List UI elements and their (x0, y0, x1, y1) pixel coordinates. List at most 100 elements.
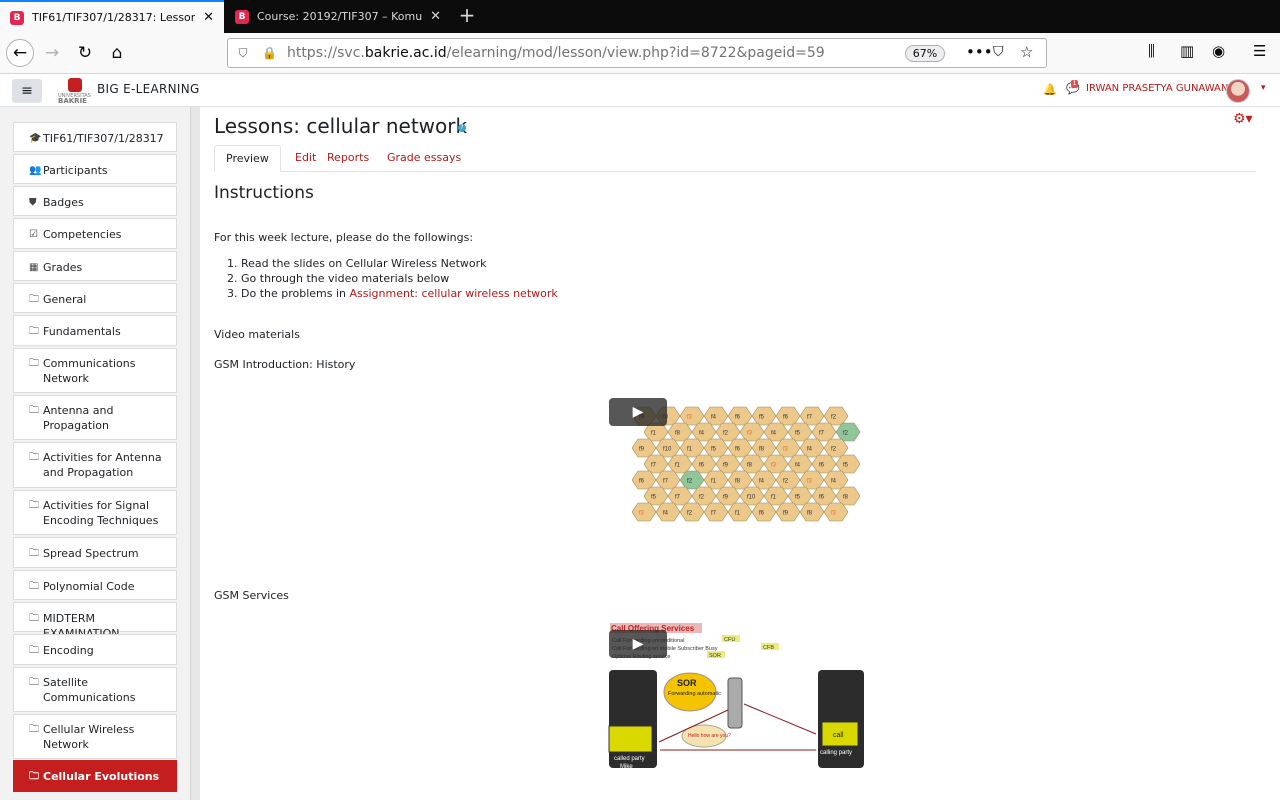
lesson-tabs: Preview Edit Reports Grade essays (214, 145, 1256, 172)
sidebar-item-midterm-examination[interactable]: 🗀MIDTERM EXAMINATION (13, 602, 177, 640)
browser-tab-course[interactable]: B Course: 20192/TIF307 – Komunikasi ✕ (225, 0, 451, 33)
sidebar-item-encoding[interactable]: 🗀 Encoding (13, 634, 177, 665)
sidebar-item-participants[interactable]: 👥 Participants (13, 154, 177, 184)
close-tab-icon[interactable]: ✕ (203, 10, 214, 25)
forward-arrow-icon[interactable]: → (38, 39, 66, 67)
zoom-level-badge[interactable]: 67% (905, 45, 945, 62)
hamburger-menu-icon[interactable]: ☰ (1253, 42, 1266, 60)
hex-label: f1 (675, 463, 681, 469)
sidebar-item-cellular-wireless-network[interactable]: 🗀 Cellular Wireless Network (13, 714, 177, 759)
video1-player[interactable]: f9 f8 f3 f4 f6 f5 f6 f7 f2 f1 f8 f4 f2 f3 f4 f5 f7 f2 f9 f1… (604, 398, 866, 536)
browser-tab-lessons[interactable]: B TIF61/TIF307/1/28317: Lessons ✕ (0, 0, 224, 33)
page-actions-icon[interactable]: ••• (966, 43, 993, 61)
sidebar-item-badges[interactable]: ⛊ Badges (13, 186, 177, 216)
hex-label: f6 (639, 479, 645, 485)
hex-label: f5 (843, 463, 849, 469)
list-item: Read the slides on Cellular Wireless Net… (241, 256, 558, 271)
shield-icon: ⛊ (29, 197, 37, 208)
chevron-down-icon[interactable]: ▾ (1261, 83, 1266, 93)
sidebar-item-cellular-evolutions[interactable]: 🗀 Cellular Evolutions (13, 760, 177, 792)
settings-gear-icon[interactable]: ⚙▾ (1233, 111, 1253, 127)
sidebar-item-communications-network[interactable]: 🗀 Communications Network (13, 348, 177, 393)
sidebar-toggle-icon[interactable]: ▥ (1180, 42, 1194, 60)
home-icon[interactable]: ⌂ (103, 39, 131, 67)
play-button-icon[interactable]: ▶ (609, 630, 667, 658)
user-name[interactable]: IRWAN PRASETYA GUNAWAN (1086, 83, 1228, 94)
drawer-toggle-button[interactable]: ≡ (12, 79, 42, 103)
bakrie-logo[interactable]: UNIVERSITAS BAKRIE (58, 78, 94, 105)
hex-label: f7 (675, 495, 681, 501)
bookmark-star-icon[interactable]: ☆ (1020, 43, 1033, 61)
bakrie-favicon-icon: B (10, 10, 24, 25)
sidebar-item-activities-for-signal-encoding-techniques[interactable]: 🗀 Activities for Signal Encoding Techniqu… (13, 490, 177, 535)
drawer-divider (190, 107, 200, 800)
hex-label: f8 (807, 511, 813, 517)
hex-label: f4 (699, 431, 705, 437)
sidebar-item-polynomial-code[interactable]: 🗀 Polynomial Code (13, 570, 177, 600)
sidebar-item-antenna-and-propagation[interactable]: 🗀 Antenna and Propagation (13, 395, 177, 440)
site-name[interactable]: BIG E-LEARNING (97, 82, 200, 96)
sidebar-item-general[interactable]: 🗀 General (13, 283, 177, 313)
hex-label: f7 (807, 415, 813, 421)
list-item: Go through the video materials below (241, 271, 558, 286)
arrow-line (743, 703, 817, 735)
close-tab-icon[interactable]: ✕ (430, 9, 441, 24)
site-header: ≡ UNIVERSITAS BAKRIE BIG E-LEARNING 🔔 💬 … (0, 74, 1280, 107)
avatar[interactable] (1226, 79, 1250, 103)
hex-label: f2 (831, 447, 837, 453)
tab-preview[interactable]: Preview (214, 145, 281, 172)
hex-label: f5 (759, 415, 765, 421)
back-arrow-icon[interactable]: ← (6, 39, 34, 67)
hex-label: f10 (747, 495, 756, 501)
sidebar-item-competencies[interactable]: ☑ Competencies (13, 218, 177, 249)
hex-label: f4 (771, 431, 777, 437)
notification-bell-icon[interactable]: 🔔 (1043, 83, 1057, 96)
tab-reports[interactable]: Reports (316, 145, 380, 172)
mike-label: Mike (620, 764, 633, 770)
folder-icon: 🗀 (29, 358, 39, 369)
url-text[interactable]: https://svc.bakrie.ac.id/elearning/mod/l… (287, 45, 825, 61)
hex-label: f3 (771, 463, 777, 469)
step-text: Do the problems in (241, 287, 350, 300)
sidebar-item-tif61-tif307-1-28317[interactable]: 🎓 TIF61/TIF307/1/28317 (13, 122, 177, 152)
intro-text: For this week lecture, please do the fol… (214, 231, 474, 244)
tracking-shield-icon[interactable]: ⛉ (236, 46, 250, 60)
hex-label: f3 (807, 479, 813, 485)
table-icon: ▦ (29, 262, 39, 273)
left-phone-screen (608, 725, 653, 753)
sidebar-item-fundamentals[interactable]: 🗀 Fundamentals (13, 315, 177, 346)
help-icon[interactable]: ? (458, 124, 466, 132)
sidebar-item-label: Polynomial Code (43, 580, 135, 593)
sor-label: SOR (709, 653, 721, 659)
tab-grade-essays[interactable]: Grade essays (376, 145, 472, 172)
play-button-icon[interactable]: ▶ (609, 398, 667, 426)
address-bar[interactable]: ⛉ 🔒 https://svc.bakrie.ac.id/elearning/m… (227, 38, 1047, 68)
folder-icon: 🗀 (29, 613, 39, 624)
lock-icon[interactable]: 🔒 (262, 46, 277, 60)
reload-icon[interactable]: ↻ (71, 39, 99, 67)
pocket-icon[interactable]: ⛉ (993, 44, 1004, 60)
hex-label: f6 (735, 447, 741, 453)
hex-label: f4 (663, 511, 669, 517)
sidebar-item-spread-spectrum[interactable]: 🗀 Spread Spectrum (13, 537, 177, 568)
logo-mark (68, 78, 82, 92)
hex-label: f6 (699, 463, 705, 469)
sidebar-item-activities-for-antenna-and-propagation[interactable]: 🗀 Activities for Antenna and Propagation (13, 442, 177, 488)
library-icon[interactable]: ⫼ (1148, 42, 1155, 60)
sidebar-item-grades[interactable]: ▦ Grades (13, 251, 177, 281)
sidebar-item-satellite-communications[interactable]: 🗀 Satellite Communications (13, 667, 177, 712)
hex-label: f9 (639, 447, 645, 453)
account-icon[interactable]: ◉ (1212, 42, 1225, 60)
video2-player[interactable]: Call Offering Services Call Forwarding u… (604, 622, 866, 772)
new-tab-icon[interactable]: + (456, 5, 478, 27)
sidebar-item-label: Participants (43, 164, 108, 177)
calling-party-label: calling party (820, 750, 852, 756)
video2-title: GSM Services (214, 589, 289, 602)
folder-icon: 🗀 (29, 581, 39, 592)
list-item: Do the problems in Assignment: cellular … (241, 286, 558, 301)
hex-label: f9 (783, 511, 789, 517)
sidebar-item-label: Communications Network (43, 357, 136, 385)
assignment-link[interactable]: Assignment: cellular wireless network (350, 287, 558, 300)
message-count-badge: 1 (1071, 80, 1078, 88)
hex-label: f2 (723, 431, 729, 437)
